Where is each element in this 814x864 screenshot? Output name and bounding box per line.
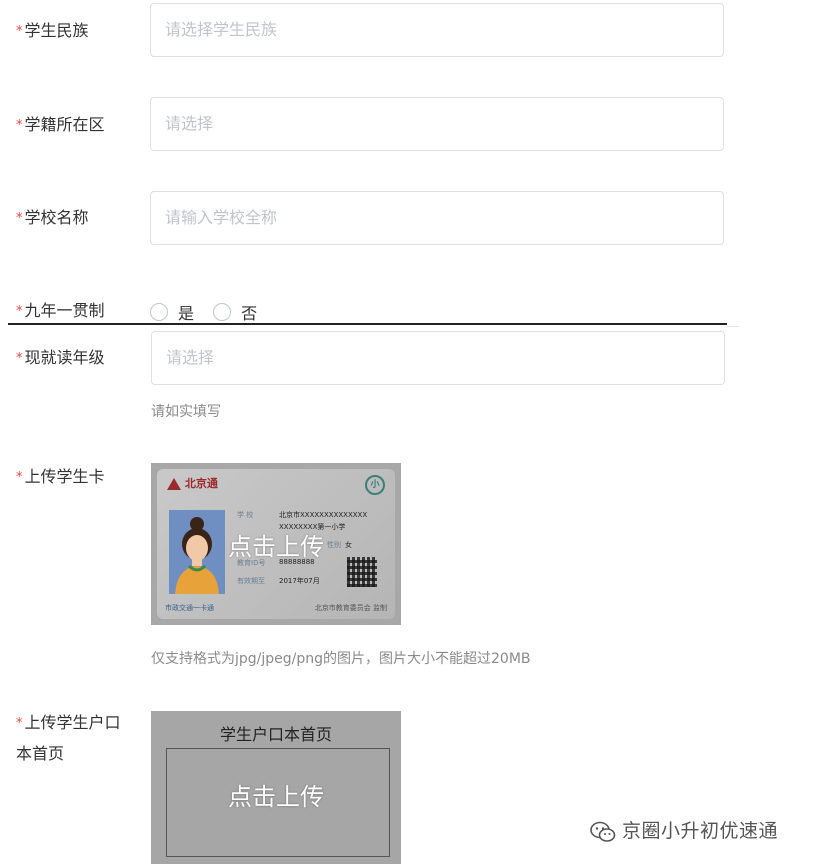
- required-mark: *: [16, 304, 23, 319]
- radio-circle-icon[interactable]: [150, 303, 168, 321]
- nine-year-radio-no[interactable]: 否: [213, 300, 257, 324]
- district-label: * 学籍所在区: [16, 115, 105, 134]
- section-underline: [8, 323, 727, 325]
- school-name-placeholder: 请输入学校全称: [165, 208, 278, 227]
- grade-placeholder: 请选择: [166, 348, 215, 367]
- required-mark: *: [16, 24, 23, 39]
- ethnicity-placeholder: 请选择学生民族: [165, 20, 278, 39]
- hukou-upload[interactable]: 学生户口本首页 点击上传: [151, 711, 401, 864]
- nine-year-label: * 九年一贯制: [16, 301, 105, 320]
- grade-label: * 现就读年级: [16, 348, 105, 367]
- ethnicity-label: * 学生民族: [16, 21, 89, 40]
- student-card-upload[interactable]: 北京通 小 学 校 北京市XXXXXXXXXXXXXX XXXXXXXX第一小学…: [151, 463, 401, 625]
- wechat-watermark: 京圈小升初优速通: [590, 816, 778, 843]
- student-card-upload-text[interactable]: 点击上传: [151, 463, 401, 625]
- upload-format-hint: 仅支持格式为jpg/jpeg/png的图片，图片大小不能超过20MB: [151, 651, 531, 667]
- nine-year-radio-yes[interactable]: 是: [150, 300, 194, 324]
- student-card-label: * 上传学生卡: [16, 467, 105, 486]
- school-name-label: * 学校名称: [16, 208, 89, 227]
- ethnicity-select[interactable]: 请选择学生民族: [150, 3, 724, 57]
- required-mark: *: [16, 351, 23, 366]
- school-name-input[interactable]: 请输入学校全称: [150, 191, 724, 245]
- required-mark: *: [16, 211, 23, 226]
- district-select[interactable]: 请选择: [150, 97, 724, 151]
- hukou-upload-text[interactable]: 点击上传: [151, 711, 401, 864]
- grade-hint: 请如实填写: [151, 404, 221, 420]
- hukou-label: * 上传学生户口本首页: [16, 713, 121, 763]
- required-mark: *: [16, 118, 23, 133]
- required-mark: *: [16, 716, 23, 731]
- radio-circle-icon[interactable]: [213, 303, 232, 321]
- divider: [727, 326, 739, 327]
- required-mark: *: [16, 470, 23, 485]
- district-placeholder: 请选择: [165, 114, 214, 133]
- nine-year-radio-group: 是 否: [150, 300, 257, 324]
- wechat-icon: [590, 821, 616, 842]
- grade-select[interactable]: 请选择: [151, 331, 725, 385]
